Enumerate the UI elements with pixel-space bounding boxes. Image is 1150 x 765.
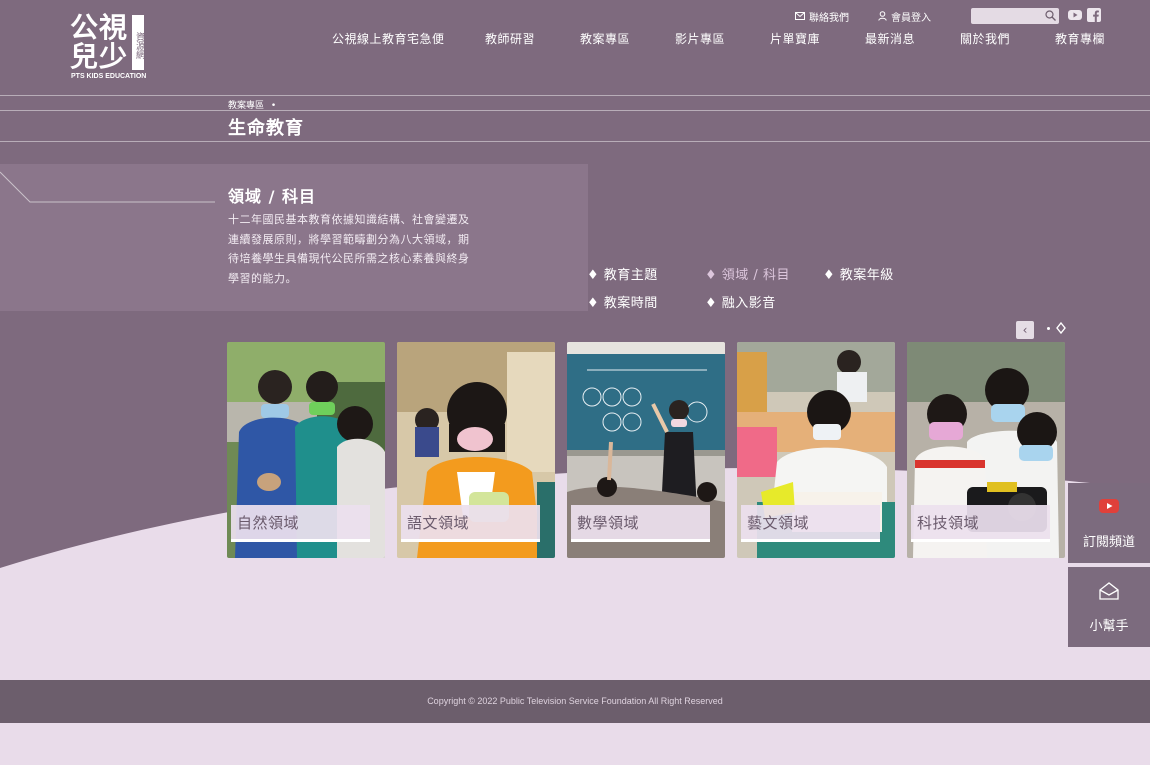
breadcrumb-separator: •	[270, 101, 277, 111]
nav-item-online-education[interactable]: 公視線上教育宅急便	[332, 30, 445, 47]
card-arts[interactable]: 藝文領域	[737, 342, 895, 558]
card-language[interactable]: 語文領域	[397, 342, 555, 558]
filter-label: 融入影音	[721, 296, 776, 311]
card-label: 數學領域	[571, 505, 710, 542]
youtube-icon[interactable]	[1068, 8, 1082, 22]
login-label: 會員登入	[891, 12, 931, 24]
filter-media[interactable]: ♦ 融入影音	[705, 292, 776, 311]
filter-label: 教案時間	[603, 296, 658, 311]
slider-dot[interactable]	[1047, 327, 1050, 330]
contact-label: 聯絡我們	[809, 12, 849, 24]
nav-item-videos[interactable]: 影片專區	[675, 30, 725, 47]
filter-duration[interactable]: ♦ 教案時間	[587, 292, 658, 311]
search-icon[interactable]	[1045, 10, 1056, 21]
breadcrumb: 教案專區 •	[228, 98, 276, 111]
search-box	[971, 8, 1059, 29]
contact-link[interactable]: 聯絡我們	[795, 8, 849, 24]
subscribe-label: 訂閱頻道	[1082, 535, 1135, 550]
search-input[interactable]	[971, 12, 1041, 29]
card-math[interactable]: 數學領域	[567, 342, 725, 558]
subscribe-channel-button[interactable]: 訂閱頻道	[1068, 483, 1150, 563]
copyright-text: Copyright © 2022 Public Television Servi…	[427, 696, 723, 706]
helper-button[interactable]: 小幫手	[1068, 567, 1150, 647]
nav-item-about[interactable]: 關於我們	[960, 30, 1010, 47]
filter-grade[interactable]: ♦ 教案年級	[823, 264, 894, 283]
filter-subject[interactable]: ♦ 領域 / 科目	[705, 264, 790, 283]
logo-tag-text: 資源網	[132, 15, 144, 70]
page-title: 生命教育	[228, 118, 304, 139]
card-label: 語文領域	[401, 505, 540, 542]
section-description: 十二年國民基本教育依據知識結構、社會變遷及連續發展原則，將學習範疇劃分為八大領域…	[228, 213, 470, 285]
nav-item-film-library[interactable]: 片單寶庫	[770, 30, 820, 47]
section-title: 領域 / 科目	[228, 187, 316, 206]
card-label: 科技領域	[911, 505, 1050, 542]
slider-prev-button[interactable]: ‹	[1016, 321, 1034, 339]
site-header: 公視兒少 資源網 PTS KIDS EDUCATION 聯絡我們 會員登入 公視…	[0, 0, 1150, 95]
divider-line	[0, 110, 1150, 111]
card-label: 自然領域	[231, 505, 370, 542]
card-nature[interactable]: 自然領域	[227, 342, 385, 558]
slider-diamond-icon[interactable]	[1056, 322, 1066, 334]
card-label: 藝文領域	[741, 505, 880, 542]
logo-sub-text: PTS KIDS EDUCATION	[71, 73, 147, 80]
filter-label: 領域 / 科目	[721, 268, 790, 283]
panel-decoration-line	[0, 171, 215, 203]
background-curve	[0, 468, 1150, 680]
nav-item-lesson-plans[interactable]: 教案專區	[580, 30, 630, 47]
divider-line	[0, 95, 1150, 96]
divider-line	[0, 141, 1150, 142]
logo-main-text: 公視兒少	[70, 11, 129, 73]
filter-label: 教案年級	[839, 268, 894, 283]
login-link[interactable]: 會員登入	[878, 8, 931, 24]
facebook-icon[interactable]	[1087, 8, 1101, 22]
user-icon	[878, 11, 887, 21]
site-logo[interactable]: 公視兒少 資源網 PTS KIDS EDUCATION	[70, 11, 147, 83]
site-footer: Copyright © 2022 Public Television Servi…	[0, 680, 1150, 723]
breadcrumb-parent[interactable]: 教案專區	[228, 101, 264, 111]
nav-item-teacher-training[interactable]: 教師研習	[485, 30, 535, 47]
card-technology[interactable]: 科技領域	[907, 342, 1065, 558]
filter-education-topic[interactable]: ♦ 教育主題	[587, 264, 658, 283]
helper-label: 小幫手	[1089, 619, 1129, 634]
nav-item-news[interactable]: 最新消息	[865, 30, 915, 47]
youtube-icon	[1099, 499, 1119, 513]
envelope-icon	[1099, 582, 1119, 600]
mail-icon	[795, 12, 805, 20]
filter-label: 教育主題	[603, 268, 658, 283]
nav-item-education-column[interactable]: 教育專欄	[1055, 30, 1105, 47]
